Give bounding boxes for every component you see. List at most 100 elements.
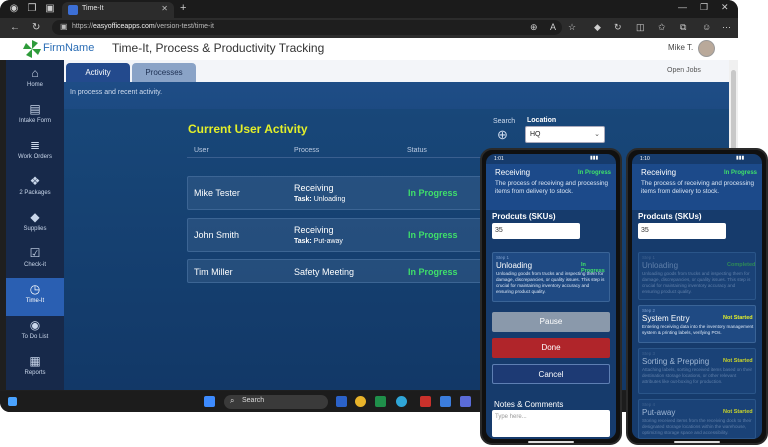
close-window-icon[interactable]: ✕ bbox=[721, 2, 729, 13]
refresh-extension-icon[interactable]: ↻ bbox=[614, 22, 622, 33]
favorites-icon[interactable]: ✩ bbox=[658, 22, 666, 33]
sidebar-item-label: Supplies bbox=[23, 226, 47, 232]
taskbar-search-label: Search bbox=[242, 397, 265, 404]
step-description: Storing received items from the receivin… bbox=[642, 418, 752, 435]
activity-row[interactable]: Mike Tester Receiving Task: Unloading In… bbox=[187, 176, 487, 210]
sidebar-item-work-orders[interactable]: ≣ Work Orders bbox=[6, 134, 64, 172]
profile-icon[interactable]: ◉ bbox=[8, 3, 20, 15]
workspaces-icon[interactable]: ❐ bbox=[26, 3, 38, 15]
activity-row[interactable]: Tim Miller Safety Meeting In Progress bbox=[187, 259, 487, 283]
favorite-star-icon[interactable]: ☆ bbox=[568, 22, 576, 33]
tab-processes[interactable]: Processes bbox=[132, 63, 196, 82]
teams-icon[interactable] bbox=[460, 396, 471, 407]
more-menu-icon[interactable]: ⋯ bbox=[722, 22, 731, 33]
pause-button[interactable]: Pause bbox=[492, 312, 610, 332]
status-time: 1:01 bbox=[494, 156, 504, 162]
process-description: The process of receiving and processing … bbox=[641, 180, 755, 195]
close-tab-icon[interactable]: ✕ bbox=[161, 4, 168, 13]
home-indicator bbox=[528, 441, 574, 443]
phone-device-2: 1:10 ▮▮▮ Receiving In Progress The proce… bbox=[626, 148, 768, 445]
step-description: Entering receiving data into the invento… bbox=[642, 324, 754, 335]
read-aloud-icon[interactable]: A bbox=[550, 22, 556, 32]
row-user: John Smith bbox=[194, 230, 240, 240]
home-icon: ⌂ bbox=[31, 66, 39, 80]
url-host: easyofficeapps.com bbox=[93, 23, 155, 30]
products-label: Prodcuts (SKUs) bbox=[492, 212, 556, 221]
report-icon: ▦ bbox=[29, 354, 41, 368]
activity-row[interactable]: John Smith Receiving Task: Put-away In P… bbox=[187, 218, 487, 252]
task-prefix: Task: bbox=[294, 238, 312, 245]
home-indicator bbox=[674, 441, 720, 443]
sidebar-item-label: Work Orders bbox=[18, 154, 52, 160]
user-name[interactable]: Mike T. bbox=[668, 43, 693, 52]
avatar[interactable] bbox=[698, 40, 715, 57]
sidebar-item-2-packages[interactable]: ❖ 2 Packages bbox=[6, 170, 64, 208]
sidebar-item-home[interactable]: ⌂ Home bbox=[6, 62, 64, 100]
sidebar-item-label: Check-it bbox=[23, 262, 46, 268]
widgets-icon[interactable] bbox=[8, 397, 17, 406]
tab-actions-icon[interactable]: ▣ bbox=[44, 3, 56, 15]
edge-icon[interactable] bbox=[396, 396, 407, 407]
url-prefix: https:// bbox=[72, 23, 94, 30]
target-icon: ◉ bbox=[29, 318, 41, 332]
row-status: In Progress bbox=[408, 230, 458, 240]
word-icon[interactable] bbox=[336, 396, 347, 407]
notes-input[interactable]: Type here... bbox=[492, 410, 610, 437]
chevron-down-icon: ⌄ bbox=[594, 131, 600, 138]
done-button[interactable]: Done bbox=[492, 338, 610, 358]
sidebar-item-check-it[interactable]: ☑ Check-it bbox=[6, 242, 64, 280]
outlook-icon[interactable] bbox=[440, 396, 451, 407]
step-card[interactable]: Step 2 System Entry Not Started Entering… bbox=[638, 305, 756, 343]
url-field[interactable]: ▣ https://easyofficeapps.com/version-tes… bbox=[52, 20, 562, 35]
location-select[interactable]: HQ ⌄ bbox=[525, 126, 605, 143]
profile-account-icon[interactable]: ☺ bbox=[702, 22, 711, 32]
new-tab-icon[interactable]: + bbox=[180, 2, 186, 14]
sidebar-item-to-do-list[interactable]: ◉ To Do List bbox=[6, 314, 64, 352]
sidebar-item-reports[interactable]: ▦ Reports bbox=[6, 350, 64, 388]
excel-icon[interactable] bbox=[375, 396, 386, 407]
row-process: Receiving bbox=[294, 183, 334, 193]
products-input[interactable]: 35 bbox=[638, 223, 726, 239]
step-card[interactable]: Step 3 Sorting & Prepping Not Started At… bbox=[638, 348, 756, 394]
process-title: Receiving bbox=[641, 168, 677, 177]
open-jobs-link[interactable]: Open Jobs bbox=[667, 67, 701, 74]
sidebar-item-label: Time-It bbox=[25, 298, 45, 304]
browser-tab[interactable]: Time-It ✕ bbox=[62, 2, 174, 18]
step-description: Unloading goods from trucks and inspecti… bbox=[642, 271, 751, 294]
tab-activity[interactable]: Activity bbox=[66, 63, 130, 82]
search-icon[interactable]: ⊕ bbox=[497, 127, 508, 143]
collections-icon[interactable]: ⧉ bbox=[680, 22, 686, 33]
step-card[interactable]: Step 4 Put-away Not Started Storing rece… bbox=[638, 399, 756, 439]
column-header-user: User bbox=[194, 147, 209, 154]
row-task: Task: Put-away bbox=[294, 238, 343, 245]
step-card[interactable]: Step 1 Unloading Completed Unloading goo… bbox=[638, 252, 756, 300]
step-description: Unloading goods from trucks and inspecti… bbox=[496, 271, 605, 294]
sidebar-item-time-it[interactable]: ◷ Time-It bbox=[6, 278, 64, 316]
chrome-icon[interactable] bbox=[355, 396, 366, 407]
products-input[interactable]: 35 bbox=[492, 223, 580, 239]
sidebar-item-label: Home bbox=[26, 82, 43, 88]
step-status: Completed bbox=[727, 262, 756, 268]
powerpoint-icon[interactable] bbox=[420, 396, 431, 407]
refresh-icon[interactable]: ↻ bbox=[32, 22, 40, 33]
cancel-button[interactable]: Cancel bbox=[492, 364, 610, 384]
maximize-icon[interactable]: ❐ bbox=[700, 2, 708, 13]
row-process: Safety Meeting bbox=[294, 267, 355, 277]
search-icon: ⌕ bbox=[230, 396, 235, 405]
start-icon[interactable] bbox=[204, 396, 215, 407]
taskbar-search[interactable]: ⌕ Search bbox=[224, 395, 328, 409]
back-icon[interactable]: ← bbox=[10, 22, 20, 33]
extension-icon[interactable]: ◆ bbox=[594, 22, 601, 33]
sidebar-item-label: Reports bbox=[24, 370, 46, 376]
brand-name[interactable]: FirmName bbox=[43, 42, 94, 54]
sidebar-item-supplies[interactable]: ◆ Supplies bbox=[6, 206, 64, 244]
step-number: Step 4 bbox=[642, 402, 656, 407]
split-screen-icon[interactable]: ◫ bbox=[636, 22, 645, 33]
zoom-icon[interactable]: ⊕ bbox=[530, 22, 538, 33]
step-title: System Entry bbox=[642, 314, 690, 323]
step-card[interactable]: Step 1 Unloading In Progress Unloading g… bbox=[492, 252, 610, 302]
sidebar-item-intake-form[interactable]: ▤ Intake Form bbox=[6, 98, 64, 136]
products-label: Prodcuts (SKUs) bbox=[638, 212, 702, 221]
process-description: The process of receiving and processing … bbox=[495, 180, 609, 195]
minimize-icon[interactable]: — bbox=[678, 2, 687, 12]
